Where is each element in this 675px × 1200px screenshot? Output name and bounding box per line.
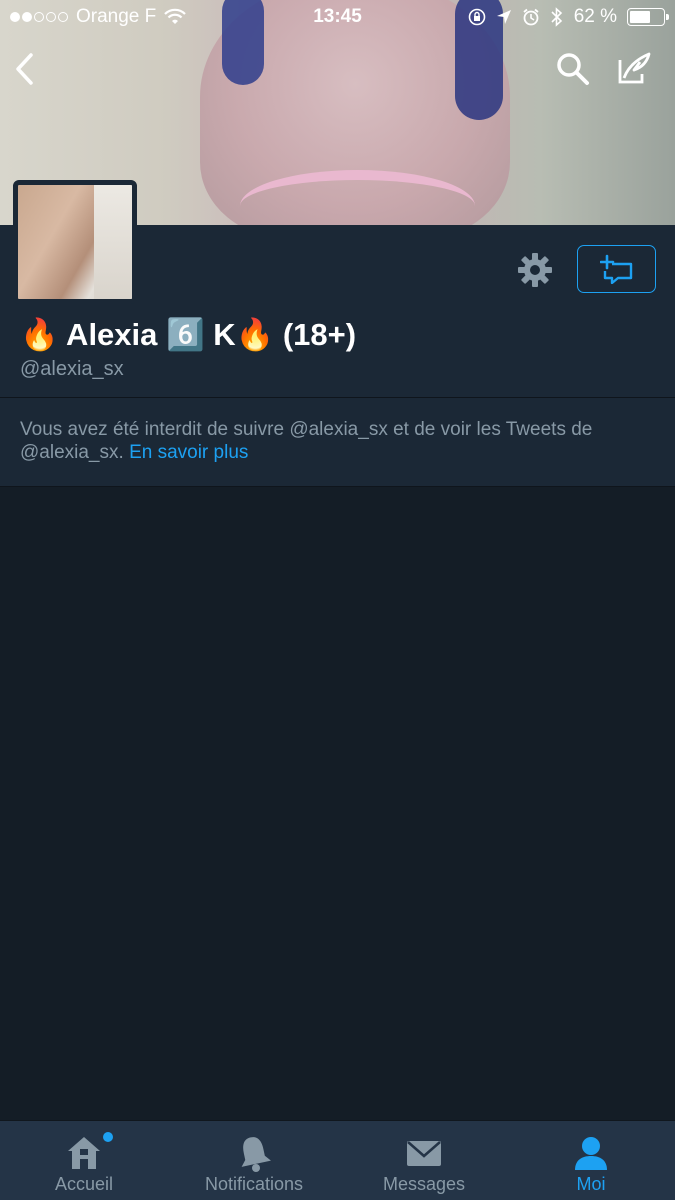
tab-messages[interactable]: Messages bbox=[340, 1121, 508, 1200]
battery-icon bbox=[627, 8, 669, 26]
alarm-icon bbox=[523, 8, 539, 26]
tab-label: Moi bbox=[576, 1174, 606, 1194]
status-right-group: 62 % bbox=[468, 6, 669, 28]
compose-icon[interactable] bbox=[612, 48, 654, 90]
tab-bar: Accueil Notifications Messages Moi bbox=[0, 1120, 675, 1200]
home-icon bbox=[68, 1137, 100, 1169]
gear-icon[interactable] bbox=[515, 250, 555, 290]
bell-icon bbox=[241, 1137, 271, 1172]
envelope-icon bbox=[407, 1141, 441, 1166]
username: @alexia_sx bbox=[20, 358, 124, 380]
status-bar: Orange F 13:45 62 % bbox=[0, 0, 675, 36]
display-name: 🔥 Alexia 6️⃣ K🔥 (18+) bbox=[20, 317, 357, 352]
blocked-notice-text: Vous avez été interdit de suivre @alexia… bbox=[20, 419, 593, 463]
search-icon[interactable] bbox=[552, 48, 594, 90]
add-to-list-button[interactable] bbox=[577, 245, 656, 293]
add-to-list-icon bbox=[599, 254, 632, 284]
bluetooth-icon bbox=[551, 7, 562, 27]
blocked-notice: Vous avez été interdit de suivre @alexia… bbox=[0, 398, 675, 486]
tab-home[interactable]: Accueil bbox=[0, 1121, 168, 1200]
divider bbox=[0, 486, 675, 487]
chevron-left-icon[interactable] bbox=[6, 48, 48, 90]
tab-label: Accueil bbox=[54, 1174, 114, 1194]
home-badge-dot bbox=[103, 1132, 113, 1142]
tab-notifications[interactable]: Notifications bbox=[170, 1121, 338, 1200]
avatar[interactable] bbox=[13, 180, 137, 304]
rotation-lock-icon bbox=[468, 8, 485, 26]
tab-me[interactable]: Moi bbox=[507, 1121, 675, 1200]
battery-percent: 62 % bbox=[573, 6, 617, 27]
tab-label: Notifications bbox=[204, 1174, 304, 1194]
learn-more-link[interactable]: En savoir plus bbox=[129, 442, 248, 463]
person-icon bbox=[575, 1137, 607, 1170]
avatar-photo-detail bbox=[94, 185, 132, 299]
location-icon bbox=[496, 10, 511, 24]
tab-label: Messages bbox=[382, 1174, 466, 1194]
